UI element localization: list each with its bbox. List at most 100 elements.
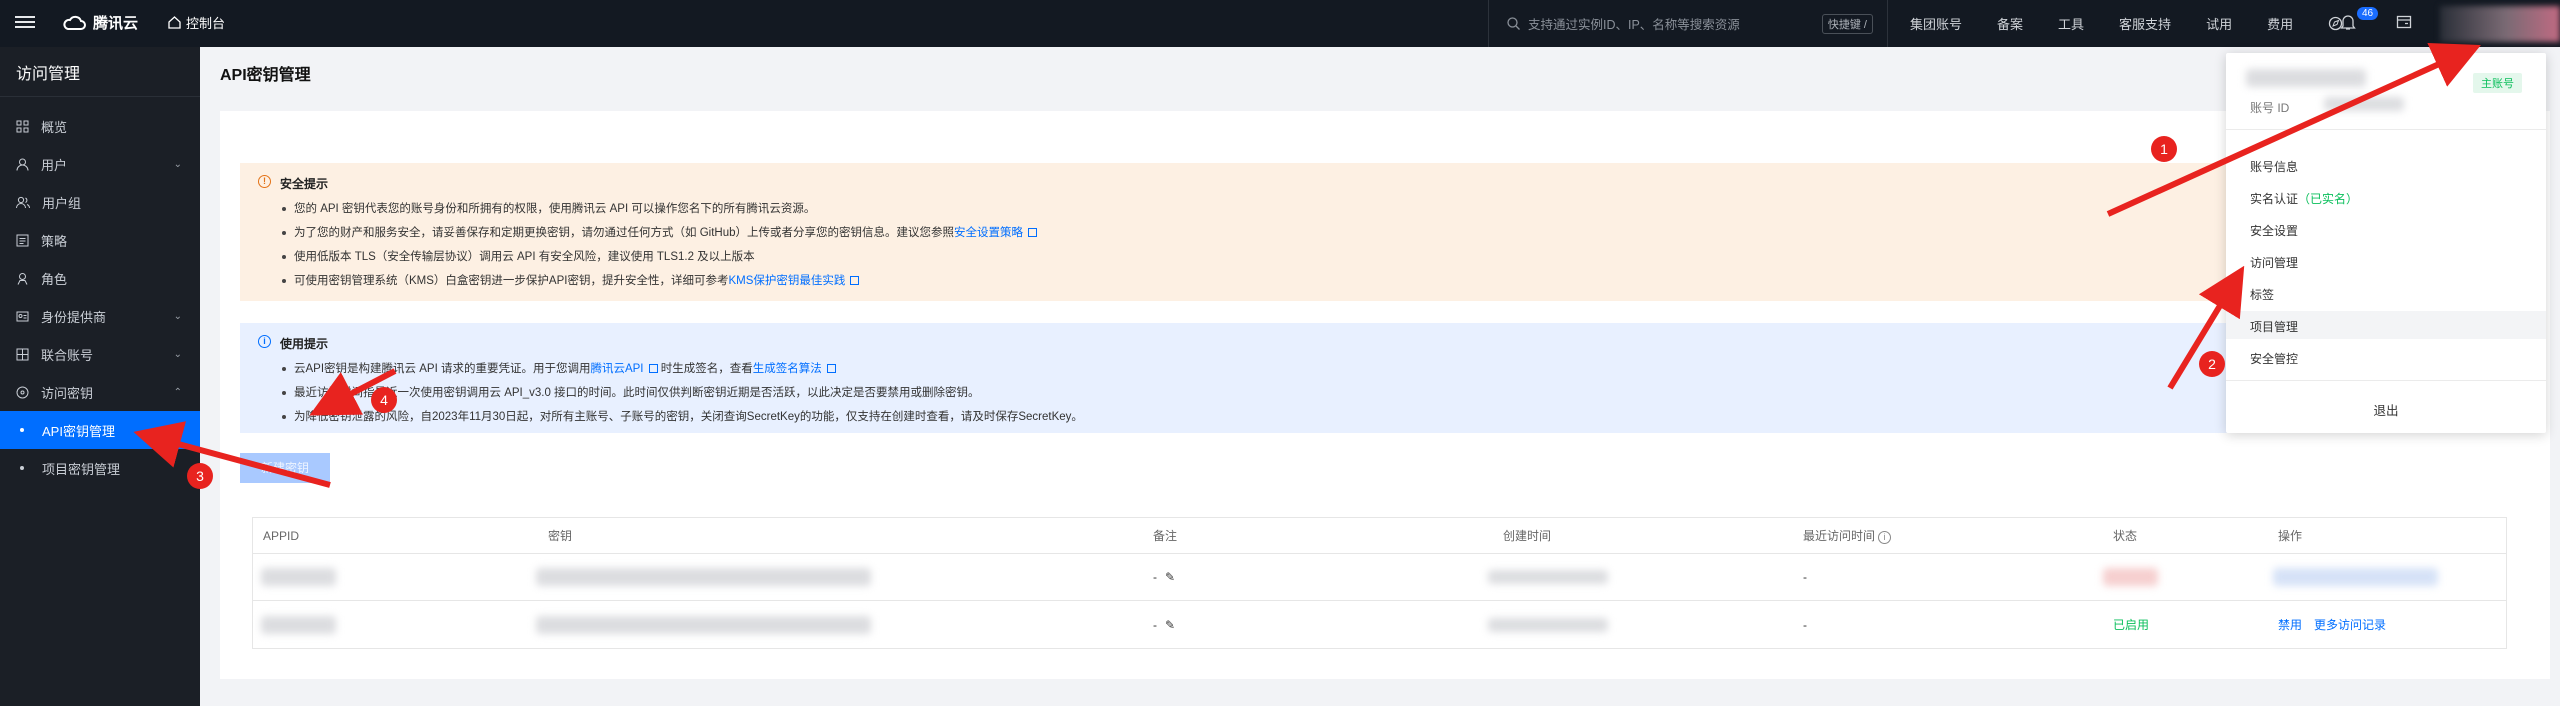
sidebar-item-label: 角色	[41, 271, 68, 287]
users-icon	[16, 196, 30, 208]
security-policy-link[interactable]: 安全设置策略	[954, 227, 1023, 239]
page-title: API密钥管理	[220, 67, 311, 84]
cloud-api-link[interactable]: 腾讯云API	[590, 363, 643, 375]
grid-icon	[16, 120, 29, 132]
sidebar-item-users[interactable]: 用户 ⌄	[0, 145, 200, 183]
redacted-status	[2103, 568, 2158, 586]
pencil-icon[interactable]: ✎	[1165, 618, 1175, 632]
security-alert: ! 安全提示 您的 API 密钥代表您的账号身份和所拥有的权限，使用腾讯云 AP…	[240, 163, 2530, 301]
sidebar-item-identity-providers[interactable]: 身份提供商 ⌄	[0, 297, 200, 335]
alert-line: 可使用密钥管理系统（KMS）白盒密钥进一步保护API密钥，提升安全性，详细可参考…	[282, 269, 2530, 293]
sidebar: 访问管理 概览 用户 ⌄ 用户组 策略 角色 身份提供商 ⌄ 联合账号 ⌄ 访问…	[0, 47, 200, 706]
account-id-label: 账号 ID	[2250, 101, 2290, 115]
sidebar-item-label: 身份提供商	[41, 309, 107, 325]
signature-algorithm-link[interactable]: 生成签名算法	[753, 363, 822, 375]
external-link-icon	[850, 276, 860, 285]
console-label: 控制台	[186, 16, 226, 31]
sidebar-item-label: 联合账号	[41, 347, 94, 363]
top-nav: 集团账号 备案 工具 客服支持 试用 费用	[1910, 0, 2343, 47]
col-status: 状态	[2113, 529, 2138, 543]
sidebar-title: 访问管理	[0, 47, 200, 97]
info-icon: i	[258, 335, 271, 348]
external-link-icon	[826, 364, 836, 373]
bell-icon[interactable]	[2340, 14, 2356, 31]
sidebar-item-federated-accounts[interactable]: 联合账号 ⌄	[0, 335, 200, 373]
redacted-secret-id	[536, 568, 871, 586]
last-access-cell: -	[1803, 617, 1807, 632]
nav-support[interactable]: 客服支持	[2119, 14, 2171, 33]
logo[interactable]: 腾讯云	[63, 12, 138, 33]
inbox-icon[interactable]	[2396, 14, 2412, 30]
sidebar-item-access-keys[interactable]: 访问密钥 ⌃	[0, 373, 200, 411]
col-actions: 操作	[2278, 529, 2303, 543]
note-cell: - ✎	[1153, 617, 1176, 632]
menu-icon[interactable]	[15, 13, 35, 31]
content-panel: ! 安全提示 您的 API 密钥代表您的账号身份和所拥有的权限，使用腾讯云 AP…	[220, 111, 2550, 679]
pencil-icon[interactable]: ✎	[1165, 570, 1175, 584]
redacted-created-time	[1488, 570, 1608, 584]
sidebar-item-api-key-management[interactable]: API密钥管理	[0, 411, 200, 449]
col-note: 备注	[1153, 529, 1178, 543]
alert-title: 使用提示	[280, 337, 329, 351]
federated-icon	[16, 348, 29, 360]
role-icon	[17, 272, 28, 285]
sidebar-item-label: API密钥管理	[42, 423, 115, 439]
sidebar-item-policies[interactable]: 策略	[0, 221, 200, 259]
sidebar-item-label: 概览	[41, 119, 68, 135]
nav-tools[interactable]: 工具	[2058, 14, 2084, 33]
info-icon[interactable]: i	[1878, 531, 1892, 544]
alert-line: 您的 API 密钥代表您的账号身份和所拥有的权限，使用腾讯云 API 可以操作您…	[282, 197, 2530, 221]
chevron-up-icon: ⌃	[173, 386, 182, 398]
sidebar-item-label: 用户	[41, 157, 68, 173]
menu-account-info[interactable]: 账号信息	[2250, 158, 2298, 175]
sidebar-item-user-groups[interactable]: 用户组	[0, 183, 200, 221]
menu-tags[interactable]: 标签	[2250, 286, 2274, 303]
col-key: 密钥	[548, 529, 573, 543]
alert-line: 为了您的财产和服务安全，请妥善保存和定期更换密钥，请勿通过任何方式（如 GitH…	[282, 221, 2530, 245]
sidebar-item-overview[interactable]: 概览	[0, 107, 200, 145]
account-dropdown: 主账号 账号 ID 账号信息 实名认证（已实名） 安全设置 访问管理 标签 项目…	[2226, 53, 2546, 433]
policy-icon	[16, 234, 29, 246]
cloud-logo-icon	[63, 15, 86, 30]
main-account-badge: 主账号	[2473, 73, 2522, 93]
nav-group-account[interactable]: 集团账号	[1910, 14, 1962, 33]
warning-icon: !	[258, 175, 271, 188]
sidebar-item-label: 访问密钥	[41, 385, 94, 401]
table-row: - ✎ -	[253, 554, 2506, 601]
nav-billing[interactable]: 费用	[2267, 14, 2293, 33]
usage-info-alert: i 使用提示 云API密钥是构建腾讯云 API 请求的重要凭证。用于您调用腾讯云…	[240, 323, 2530, 433]
nav-trial[interactable]: 试用	[2206, 14, 2232, 33]
search-placeholder: 支持通过实例ID、IP、名称等搜索资源	[1528, 18, 1740, 32]
logout-button[interactable]: 退出	[2226, 400, 2546, 419]
kms-best-practice-link[interactable]: KMS保护密钥最佳实践	[728, 275, 845, 287]
api-key-table: APPID 密钥 备注 创建时间 最近访问时间i 状态 操作 -✎ - -	[252, 517, 2507, 649]
brand-name: 腾讯云	[93, 15, 139, 32]
console-link[interactable]: 控制台	[168, 13, 225, 32]
redacted-appid	[261, 615, 336, 634]
col-created: 创建时间	[1503, 529, 1552, 543]
search-icon	[1507, 17, 1520, 30]
divider	[2226, 129, 2546, 130]
col-appid: APPID	[263, 528, 300, 543]
disable-link[interactable]: 禁用	[2278, 618, 2302, 632]
menu-project-management[interactable]: 项目管理	[2250, 318, 2298, 335]
user-icon	[16, 158, 29, 171]
menu-access-management[interactable]: 访问管理	[2250, 254, 2298, 271]
status-badge: 已启用	[2113, 618, 2150, 632]
alert-line: 使用低版本 TLS（安全传输层协议）调用云 API 有安全风险，建议使用 TLS…	[282, 245, 2530, 269]
last-access-cell: -	[1803, 570, 1807, 584]
bullet-icon	[20, 466, 24, 470]
sidebar-item-project-key-management[interactable]: 项目密钥管理	[0, 449, 200, 487]
chevron-down-icon: ⌄	[173, 158, 182, 170]
search-input[interactable]: 支持通过实例ID、IP、名称等搜索资源 快捷键 /	[1488, 0, 1888, 47]
menu-security-settings[interactable]: 安全设置	[2250, 222, 2298, 239]
menu-security-control[interactable]: 安全管控	[2250, 350, 2298, 367]
more-access-records-link[interactable]: 更多访问记录	[2314, 618, 2386, 632]
nav-icp[interactable]: 备案	[1997, 14, 2023, 33]
account-avatar[interactable]	[2440, 6, 2560, 42]
key-icon	[16, 386, 29, 398]
shortcut-hint: 快捷键 /	[1821, 14, 1873, 34]
menu-real-name[interactable]: 实名认证（已实名）	[2250, 190, 2358, 207]
new-key-button[interactable]: 新建密钥	[240, 453, 330, 483]
sidebar-item-roles[interactable]: 角色	[0, 259, 200, 297]
